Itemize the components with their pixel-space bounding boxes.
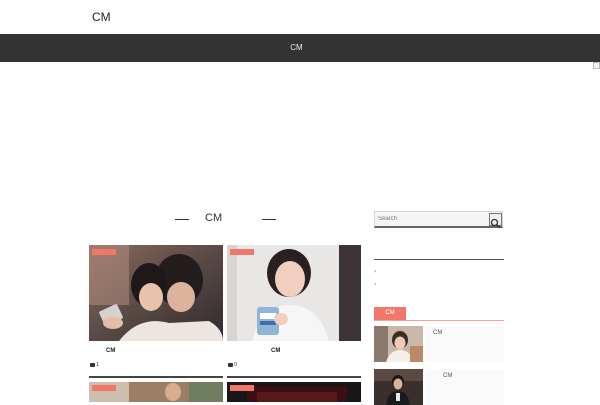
card-title[interactable]: CM [271,348,280,354]
section-heading: CM [90,212,360,228]
card-thumbnail[interactable] [89,245,223,341]
article-card[interactable]: CM 0 [227,245,361,380]
sidebar-post-title[interactable]: CM [433,330,442,336]
search-icon [490,218,501,229]
comment-count: 0 [234,362,238,368]
sidebar-link-arrow[interactable]: › [374,268,376,275]
card-category-tag[interactable] [92,249,116,255]
global-nav: CM [0,34,600,62]
resize-corner-icon [593,62,600,69]
search-input[interactable] [376,213,488,225]
comment-icon [228,363,233,367]
card-thumbnail-partial[interactable] [227,382,361,402]
card-comment-count: 1 [90,362,99,368]
comment-icon [90,363,95,367]
heading-rule-right [262,219,276,220]
sidebar-photo [374,326,423,362]
card-title[interactable]: CM [106,348,115,354]
sidebar-post-item[interactable]: CM [374,326,504,362]
card-divider [227,376,361,378]
nav-item-cm[interactable]: CM [0,43,593,52]
sidebar-post-thumbnail[interactable] [374,326,423,362]
card-comment-count: 0 [228,362,237,368]
card-photo-couple [89,245,223,341]
card-category-tag[interactable] [92,385,116,391]
heading-rule-left [175,219,189,220]
site-header: CM [0,0,600,34]
comment-count: 1 [96,362,100,368]
sidebar-divider [374,259,504,260]
section-heading-text: CM [205,212,223,224]
search-button[interactable] [489,213,502,229]
sidebar-link-arrow[interactable]: › [374,281,376,288]
search-form [374,211,503,229]
article-card[interactable]: CM 1 [89,245,223,380]
card-thumbnail[interactable] [227,245,361,341]
site-title[interactable]: CM [92,10,111,24]
card-thumbnail-partial[interactable] [89,382,223,402]
sidebar-post-title[interactable]: CM [443,373,452,379]
sidebar-tab-underline [374,320,504,321]
card-category-tag[interactable] [230,385,254,391]
card-divider [89,376,223,378]
card-category-tag[interactable] [230,249,254,255]
card-photo-woman [227,245,361,341]
sidebar-tab-cm[interactable]: CM [374,307,406,320]
